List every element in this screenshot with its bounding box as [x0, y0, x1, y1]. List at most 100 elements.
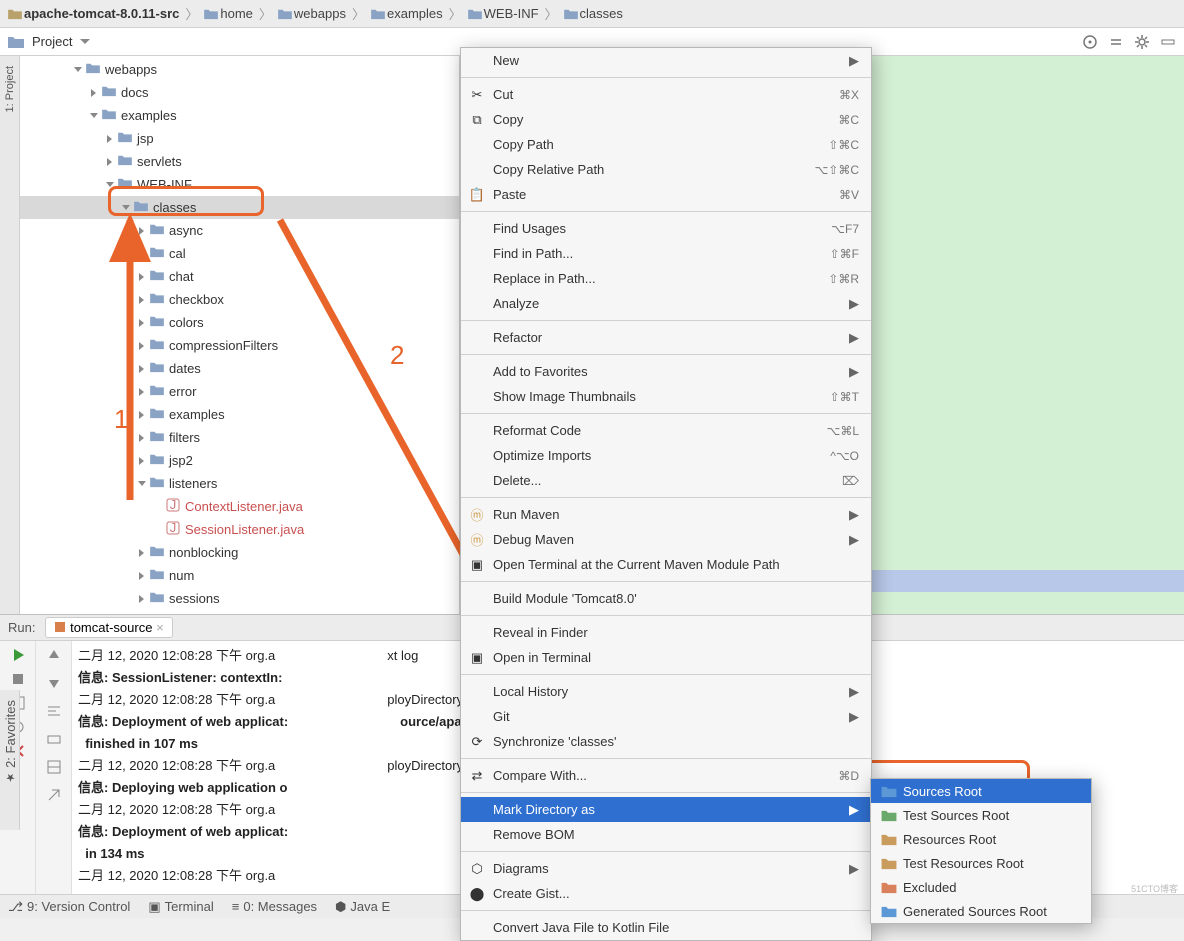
project-tool-tab[interactable]: 1: Project — [0, 56, 20, 614]
tree-folder-row[interactable]: webapps — [20, 58, 459, 81]
tree-folder-row[interactable]: servlets — [20, 150, 459, 173]
wrap-icon[interactable] — [46, 703, 62, 719]
gear-icon[interactable] — [1134, 34, 1150, 50]
java-ee-tab[interactable]: ⬢ Java E — [335, 899, 390, 915]
tree-arrow-icon[interactable] — [136, 409, 148, 421]
breadcrumb-seg[interactable]: examples — [371, 6, 443, 21]
menu-copy-path[interactable]: Copy Path⇧⌘C — [461, 132, 871, 157]
menu-reveal[interactable]: Reveal in Finder — [461, 620, 871, 645]
menu-show-thumb[interactable]: Show Image Thumbnails⇧⌘T — [461, 384, 871, 409]
tree-arrow-icon[interactable] — [104, 156, 116, 168]
tree-arrow-icon[interactable] — [136, 271, 148, 283]
tree-arrow-icon[interactable] — [88, 87, 100, 99]
tree-arrow-icon[interactable] — [88, 110, 100, 122]
menu-copy[interactable]: ⧉Copy⌘C — [461, 107, 871, 132]
tree-folder-row[interactable]: async — [20, 219, 459, 242]
project-label[interactable]: Project — [32, 34, 72, 49]
up-icon[interactable] — [46, 647, 62, 663]
tree-folder-row[interactable]: jsp2 — [20, 449, 459, 472]
menu-diagrams[interactable]: ⬡Diagrams▶ — [461, 856, 871, 881]
tree-file[interactable]: JSessionListener.java — [20, 518, 459, 541]
menu-delete[interactable]: Delete...⌦ — [461, 468, 871, 493]
menu-local-history[interactable]: Local History▶ — [461, 679, 871, 704]
tree-folder-row[interactable]: WEB-INF — [20, 173, 459, 196]
menu-copy-rel[interactable]: Copy Relative Path⌥⇧⌘C — [461, 157, 871, 182]
tree-folder-row[interactable]: examples — [20, 403, 459, 426]
menu-run-maven[interactable]: ⓜRun Maven▶ — [461, 502, 871, 527]
menu-replace-path[interactable]: Replace in Path...⇧⌘R — [461, 266, 871, 291]
tree-arrow-icon[interactable] — [136, 593, 148, 605]
tree-folder-row[interactable]: examples — [20, 104, 459, 127]
tree-folder-row[interactable]: listeners — [20, 472, 459, 495]
clear-icon[interactable] — [46, 787, 62, 803]
menu-new[interactable]: New▶ — [461, 48, 871, 73]
tree-arrow-icon[interactable] — [104, 179, 116, 191]
tree-folder-row[interactable]: docs — [20, 81, 459, 104]
breadcrumb-root[interactable]: apache-tomcat-8.0.11-src — [8, 6, 179, 21]
tree-arrow-icon[interactable] — [104, 133, 116, 145]
locate-icon[interactable] — [1082, 34, 1098, 50]
tree-arrow-icon[interactable] — [152, 524, 164, 536]
tree-folder-row[interactable]: jsp — [20, 127, 459, 150]
breadcrumb-seg[interactable]: webapps — [278, 6, 346, 21]
submenu-excluded[interactable]: Excluded — [871, 875, 1091, 899]
rerun-icon[interactable] — [10, 647, 26, 663]
dropdown-icon[interactable] — [80, 37, 90, 47]
menu-debug-maven[interactable]: ⓜDebug Maven▶ — [461, 527, 871, 552]
menu-cut[interactable]: ✂Cut⌘X — [461, 82, 871, 107]
hide-icon[interactable] — [1160, 34, 1176, 50]
menu-sync[interactable]: ⟳Synchronize 'classes' — [461, 729, 871, 754]
version-control-tab[interactable]: ⎇ 9: Version Control — [8, 899, 130, 915]
project-tree[interactable]: webappsdocsexamplesjspservletsWEB-INFcla… — [20, 56, 460, 614]
tree-arrow-icon[interactable] — [136, 363, 148, 375]
tree-arrow-icon[interactable] — [136, 478, 148, 490]
stop-icon[interactable] — [10, 671, 26, 687]
tree-arrow-icon[interactable] — [136, 547, 148, 559]
collapse-icon[interactable] — [1108, 34, 1124, 50]
tree-arrow-icon[interactable] — [120, 202, 132, 214]
submenu-generated[interactable]: Generated Sources Root — [871, 899, 1091, 923]
down-icon[interactable] — [46, 675, 62, 691]
tree-arrow-icon[interactable] — [152, 501, 164, 513]
submenu-test-sources[interactable]: Test Sources Root — [871, 803, 1091, 827]
menu-reformat[interactable]: Reformat Code⌥⌘L — [461, 418, 871, 443]
menu-find-usages[interactable]: Find Usages⌥F7 — [461, 216, 871, 241]
menu-mark-directory[interactable]: Mark Directory as▶ — [461, 797, 871, 822]
tree-arrow-icon[interactable] — [136, 455, 148, 467]
tree-folder-row[interactable]: filters — [20, 426, 459, 449]
tree-arrow-icon[interactable] — [136, 248, 148, 260]
menu-convert-kotlin[interactable]: Convert Java File to Kotlin File — [461, 915, 871, 940]
menu-find-path[interactable]: Find in Path...⇧⌘F — [461, 241, 871, 266]
menu-git[interactable]: Git▶ — [461, 704, 871, 729]
tree-folder-row[interactable]: nonblocking — [20, 541, 459, 564]
tree-folder-row[interactable]: classes — [20, 196, 459, 219]
menu-build[interactable]: Build Module 'Tomcat8.0' — [461, 586, 871, 611]
menu-open-term-maven[interactable]: ▣Open Terminal at the Current Maven Modu… — [461, 552, 871, 577]
menu-optimize[interactable]: Optimize Imports^⌥O — [461, 443, 871, 468]
tree-folder-row[interactable]: num — [20, 564, 459, 587]
terminal-tab[interactable]: ▣ Terminal — [148, 899, 213, 915]
menu-remove-bom[interactable]: Remove BOM — [461, 822, 871, 847]
tree-file[interactable]: JContextListener.java — [20, 495, 459, 518]
breadcrumb-seg[interactable]: WEB-INF — [468, 6, 539, 21]
scroll-icon[interactable] — [46, 759, 62, 775]
breadcrumb-seg[interactable]: classes — [564, 6, 623, 21]
menu-paste[interactable]: 📋Paste⌘V — [461, 182, 871, 207]
menu-compare[interactable]: ⇄Compare With...⌘D — [461, 763, 871, 788]
messages-tab[interactable]: ≡ 0: Messages — [232, 899, 317, 914]
tree-arrow-icon[interactable] — [136, 340, 148, 352]
tree-folder-row[interactable]: error — [20, 380, 459, 403]
tree-arrow-icon[interactable] — [136, 294, 148, 306]
menu-analyze[interactable]: Analyze▶ — [461, 291, 871, 316]
print-icon[interactable] — [46, 731, 62, 747]
tree-arrow-icon[interactable] — [72, 64, 84, 76]
submenu-test-resources[interactable]: Test Resources Root — [871, 851, 1091, 875]
menu-open-terminal[interactable]: ▣Open in Terminal — [461, 645, 871, 670]
tree-folder-row[interactable]: cal — [20, 242, 459, 265]
submenu-sources-root[interactable]: Sources Root — [871, 779, 1091, 803]
tree-arrow-icon[interactable] — [136, 386, 148, 398]
menu-gist[interactable]: ⬤Create Gist... — [461, 881, 871, 906]
favorites-tab[interactable]: ★ 2: Favorites — [0, 690, 20, 830]
tree-folder-row[interactable]: sessions — [20, 587, 459, 610]
tree-arrow-icon[interactable] — [136, 225, 148, 237]
